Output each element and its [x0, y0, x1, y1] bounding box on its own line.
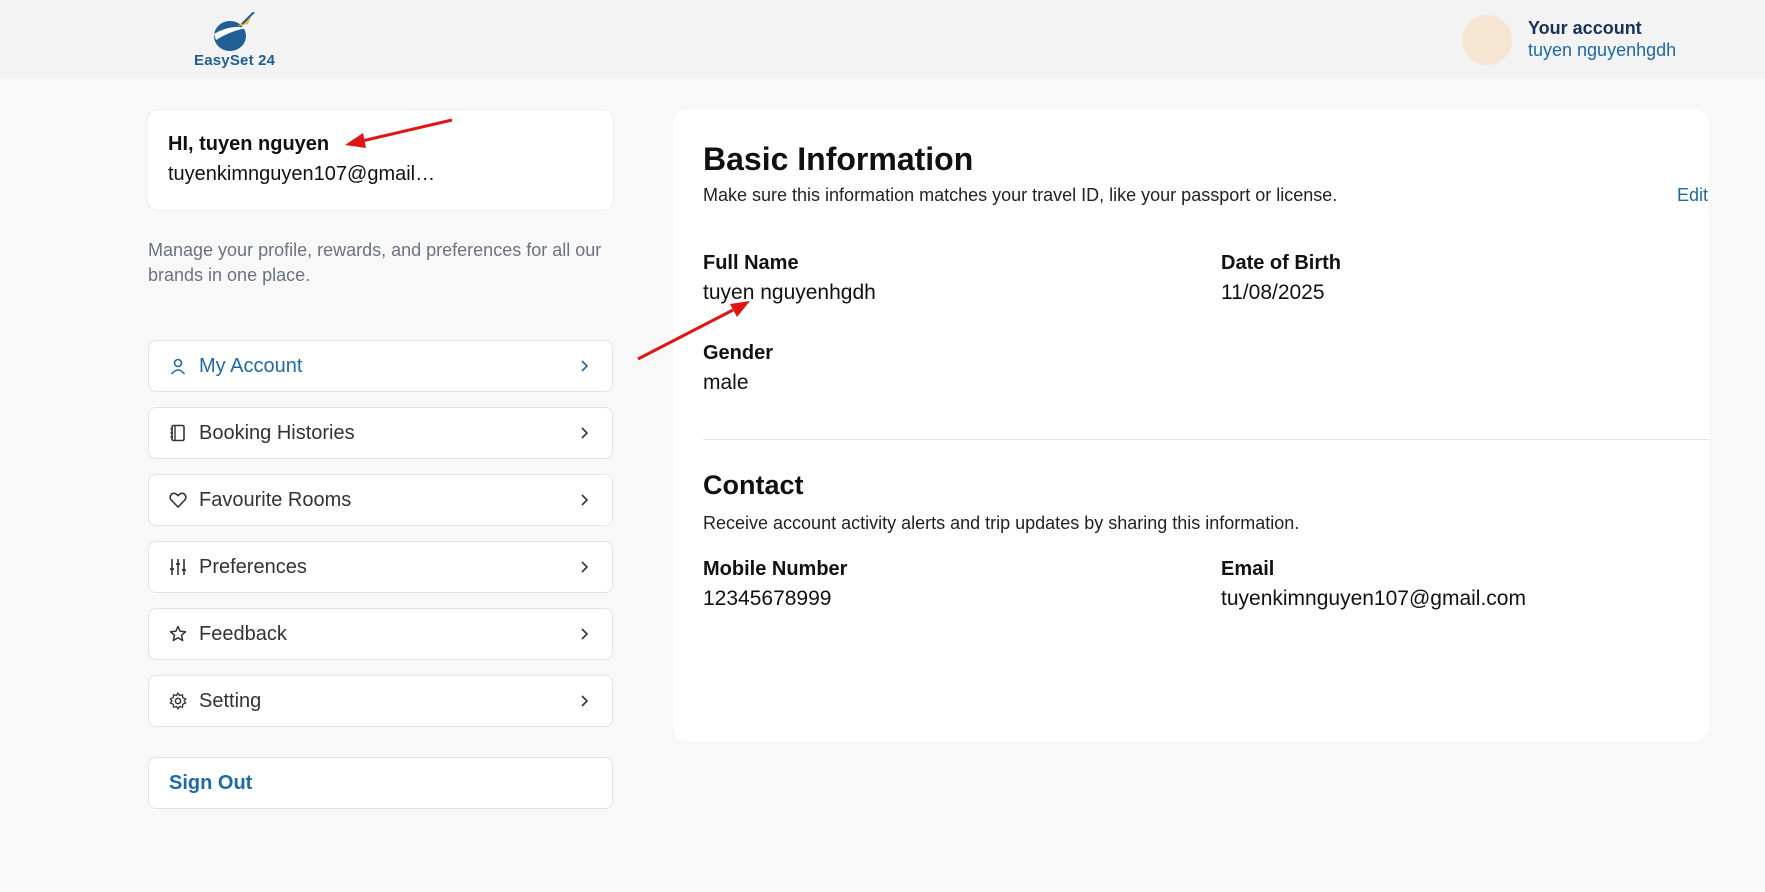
- contact-subtitle: Receive account activity alerts and trip…: [703, 513, 1300, 533]
- chevron-right-icon: [581, 561, 589, 573]
- heart-icon: [169, 492, 187, 509]
- user-icon: [170, 358, 186, 375]
- full-name-value: tuyen nguyenhgdh: [703, 281, 876, 304]
- sliders-icon: [170, 559, 186, 575]
- chevron-right-icon: [581, 427, 589, 439]
- logo-icon: [214, 12, 255, 51]
- sidebar-item-label: Setting: [199, 690, 262, 712]
- sidebar-description: Manage your profile, rewards, and prefer…: [148, 240, 602, 285]
- avatar[interactable]: [1462, 15, 1512, 65]
- easyset-logo[interactable]: EasySet 24: [190, 8, 280, 72]
- account-title: Your account: [1528, 18, 1642, 38]
- chevron-right-icon: [581, 360, 589, 372]
- sidebar-item-setting[interactable]: Setting: [148, 675, 613, 727]
- chevron-right-icon: [581, 494, 589, 506]
- account-menu[interactable]: Your account tuyen nguyenhgdh: [1462, 15, 1742, 67]
- mobile-value: 12345678999: [703, 587, 832, 610]
- basic-info-subtitle: Make sure this information matches your …: [703, 185, 1338, 205]
- sidebar-item-label: My Account: [199, 355, 303, 377]
- mobile-label: Mobile Number: [703, 558, 848, 580]
- profile-card: Basic Information Make sure this informa…: [673, 110, 1709, 741]
- email-label: Email: [1221, 558, 1275, 580]
- account-name[interactable]: tuyen nguyenhgdh: [1528, 40, 1676, 61]
- edit-link[interactable]: Edit: [1677, 185, 1708, 206]
- sidebar-item-my-account[interactable]: My Account: [148, 340, 613, 392]
- email-value: tuyenkimnguyen107@gmail.com: [1221, 587, 1526, 610]
- dob-label: Date of Birth: [1221, 252, 1341, 274]
- sidebar-item-label: Feedback: [199, 623, 287, 645]
- star-icon: [169, 625, 187, 642]
- gear-icon: [169, 692, 187, 710]
- basic-info-title: Basic Information: [703, 141, 974, 177]
- sign-out-button[interactable]: Sign Out: [148, 757, 613, 809]
- chevron-right-icon: [581, 628, 589, 640]
- sidebar-item-favourite-rooms[interactable]: Favourite Rooms: [148, 474, 613, 526]
- book-icon: [170, 424, 185, 442]
- section-divider: [703, 439, 1709, 440]
- logo-text: EasySet 24: [194, 52, 276, 69]
- greeting-text: HI, tuyen nguyen: [168, 133, 330, 155]
- chevron-right-icon: [581, 695, 589, 707]
- sidebar-item-label: Favourite Rooms: [199, 489, 352, 511]
- user-email: tuyenkimnguyen107@gmail.com: [168, 163, 438, 185]
- sidebar-item-preferences[interactable]: Preferences: [148, 541, 613, 593]
- contact-title: Contact: [703, 470, 804, 500]
- sidebar-item-feedback[interactable]: Feedback: [148, 608, 613, 660]
- sidebar-item-label: Booking Histories: [199, 422, 355, 444]
- top-header: EasySet 24 Your account tuyen nguyenhgdh: [0, 0, 1765, 79]
- sidebar-item-booking-histories[interactable]: Booking Histories: [148, 407, 613, 459]
- greeting-card: HI, tuyen nguyen tuyenkimnguyen107@gmail…: [148, 110, 613, 210]
- full-name-label: Full Name: [703, 252, 799, 274]
- dob-value: 11/08/2025: [1221, 281, 1325, 304]
- sign-out-label: Sign Out: [169, 772, 253, 794]
- gender-value: male: [703, 371, 749, 394]
- sidebar-item-label: Preferences: [199, 556, 307, 578]
- gender-label: Gender: [703, 342, 774, 364]
